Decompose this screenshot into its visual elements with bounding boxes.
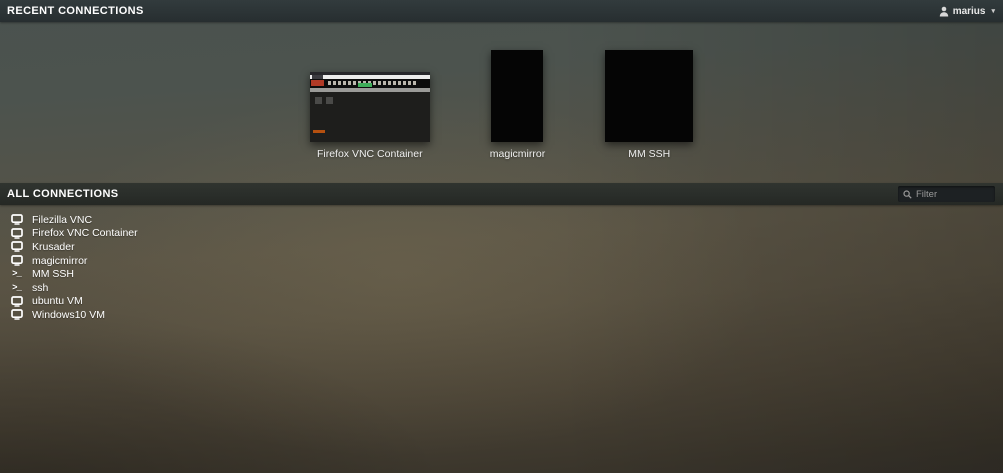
username-label: marius [953, 6, 986, 17]
connection-label: Firefox VNC Container [32, 227, 138, 239]
recent-connection[interactable]: Firefox VNC Container [310, 72, 430, 160]
connection-list-item[interactable]: magicmirror [10, 254, 1003, 268]
monitor-icon [11, 214, 23, 225]
connection-list: Filezilla VNC Firefox VNC Container Krus… [0, 205, 1003, 322]
all-connections-bar: ALL CONNECTIONS [0, 183, 1003, 205]
filter-box[interactable] [898, 186, 995, 202]
chevron-down-icon: ▾ [991, 7, 995, 15]
monitor-icon [11, 296, 23, 307]
connection-list-item[interactable]: Firefox VNC Container [10, 227, 1003, 241]
connection-thumbnail[interactable] [605, 50, 693, 142]
connection-thumbnail[interactable] [491, 50, 543, 142]
monitor-icon [11, 241, 23, 252]
recent-connection-label: Firefox VNC Container [317, 148, 423, 160]
user-icon [939, 6, 949, 17]
all-connections-title: ALL CONNECTIONS [7, 188, 119, 200]
connection-list-item[interactable]: ubuntu VM [10, 295, 1003, 309]
connection-thumbnail[interactable] [310, 72, 430, 142]
connection-list-item[interactable]: >_ MM SSH [10, 267, 1003, 281]
recent-connection-label: magicmirror [490, 148, 545, 160]
connection-list-item[interactable]: Windows10 VM [10, 308, 1003, 322]
connection-label: Filezilla VNC [32, 214, 92, 226]
connection-list-item[interactable]: >_ ssh [10, 281, 1003, 295]
user-menu-button[interactable]: marius ▾ [939, 6, 995, 17]
guacamole-home-screen: RECENT CONNECTIONS marius ▾ [0, 0, 1003, 473]
terminal-icon: >_ [12, 283, 21, 293]
connection-label: Windows10 VM [32, 309, 105, 321]
connection-label: ssh [32, 282, 48, 294]
terminal-icon: >_ [12, 269, 21, 279]
recent-connections-section: Firefox VNC Container magicmirror MM SSH [0, 22, 1003, 183]
recent-connection-label: MM SSH [628, 148, 670, 160]
connection-label: MM SSH [32, 268, 74, 280]
connection-list-item[interactable]: Krusader [10, 240, 1003, 254]
connection-label: ubuntu VM [32, 295, 83, 307]
filter-input[interactable] [916, 189, 986, 200]
recent-connections-title: RECENT CONNECTIONS [7, 5, 144, 17]
monitor-icon [11, 228, 23, 239]
connection-list-item[interactable]: Filezilla VNC [10, 213, 1003, 227]
connection-label: magicmirror [32, 255, 87, 267]
connection-label: Krusader [32, 241, 75, 253]
monitor-icon [11, 309, 23, 320]
search-icon [903, 190, 912, 199]
browser-screenshot-mock [310, 72, 430, 142]
recent-connections-bar: RECENT CONNECTIONS marius ▾ [0, 0, 1003, 22]
recent-connection[interactable]: MM SSH [605, 50, 693, 160]
recent-connection[interactable]: magicmirror [490, 50, 545, 160]
monitor-icon [11, 255, 23, 266]
